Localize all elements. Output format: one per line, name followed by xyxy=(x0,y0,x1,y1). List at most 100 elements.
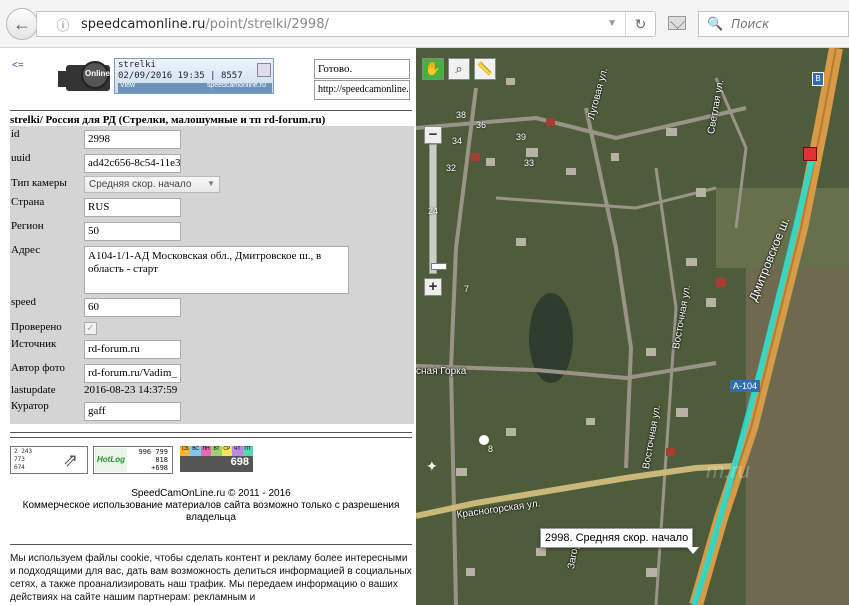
copyright: SpeedCamOnLine.ru © 2011 - 2016 Коммерче… xyxy=(10,488,412,524)
uuid-label: uuid xyxy=(11,152,31,164)
counter3-value: 698 xyxy=(180,456,253,472)
map-tooltip: 2998. Средняя скор. начало xyxy=(540,528,700,554)
weekday-bars: СБ ВС ПН ВТ СР ЧТ ПТ xyxy=(180,446,253,456)
zoom-out-button[interactable]: − xyxy=(424,126,442,144)
house-number: 36 xyxy=(476,120,487,130)
bus-stop-icon[interactable]: B xyxy=(812,72,824,86)
logo-cam-text: Online xyxy=(85,69,110,78)
zoom-in-button[interactable]: + xyxy=(424,278,442,296)
counter1-line3: 674 xyxy=(14,464,25,471)
banner-line2: 02/09/2016 19:35 | 8557 xyxy=(118,71,243,81)
logo-banner: strelki 02/09/2016 19:35 | 8557 View spe… xyxy=(114,58,274,94)
counter1-numbers: 2 243 773 674 xyxy=(14,448,32,472)
address-label: Адрес xyxy=(11,244,41,256)
region-label: Регион xyxy=(11,220,44,232)
divider xyxy=(10,437,412,438)
house-number: 7 xyxy=(464,284,470,294)
counter1-line1: 2 243 xyxy=(14,448,33,455)
satellite-map[interactable]: ✋ ⌕ 📏 − + Луговая ул. Светлая ул. Дмитро… xyxy=(416,48,849,605)
photo-input[interactable]: rd-forum.ru/Vadim_ xyxy=(84,364,181,383)
weekday-bar: ВС xyxy=(190,446,201,456)
weekday-bar: ЧТ xyxy=(232,446,243,456)
stats-counter-3[interactable]: СБ ВС ПН ВТ СР ЧТ ПТ 698 xyxy=(180,446,253,474)
divider xyxy=(10,110,412,111)
camera-icon: Online xyxy=(58,61,112,91)
street-view-person-icon[interactable]: ✦ xyxy=(426,458,442,474)
weekday-bar: ПТ xyxy=(242,446,253,456)
verified-label: Проверено xyxy=(11,321,62,333)
site-url-field[interactable]: http://speedcamonline.ru xyxy=(314,80,410,100)
speed-camera-marker-icon[interactable] xyxy=(803,147,817,161)
copyright-line1: SpeedCamOnLine.ru © 2011 - 2016 xyxy=(131,488,291,499)
house-number: 32 xyxy=(446,163,457,173)
banner-footer: View speedcamonline.ru xyxy=(118,82,272,93)
stats-counter-1[interactable]: 2 243 773 674 ⇗ xyxy=(10,446,88,474)
counter1-line2: 773 xyxy=(14,456,25,463)
curator-label: Куратор xyxy=(11,400,49,412)
pan-tool[interactable]: ✋ xyxy=(422,58,444,80)
measure-tool[interactable]: 📏 xyxy=(474,58,496,80)
content-panel: <= Online strelki 02/09/2016 19:35 | 855… xyxy=(0,48,416,605)
banner-view: View xyxy=(120,82,136,89)
page-title: strelki/ Россия для РД (Стрелки, малошум… xyxy=(10,114,326,126)
photo-label: Автор фото xyxy=(11,362,65,374)
browser-back-button[interactable]: ← xyxy=(6,8,38,40)
curator-input[interactable]: gaff xyxy=(84,402,181,421)
banner-line1: strelki xyxy=(118,60,156,70)
house-number: 39 xyxy=(516,132,527,142)
back-link[interactable]: <= xyxy=(12,60,24,71)
source-input[interactable]: rd-forum.ru xyxy=(84,340,181,359)
info-icon[interactable]: ⓘ xyxy=(53,15,73,34)
weekday-bar: ПН xyxy=(200,446,212,456)
search-bar[interactable]: 🔍 xyxy=(698,11,849,37)
hotlog-counter[interactable]: HotLog 996 799 818 +698 xyxy=(93,446,173,474)
speed-label: speed xyxy=(11,296,37,308)
cookie-notice: Мы используем файлы cookie, чтобы сделат… xyxy=(10,553,412,603)
address-bar[interactable]: ⓘ speedcamonline.ru/point/strelki/2998/ … xyxy=(36,11,656,37)
hotlog-line2: 818 xyxy=(155,456,168,464)
camera-small-icon xyxy=(257,63,271,77)
divider xyxy=(10,432,412,433)
country-label: Страна xyxy=(11,196,45,208)
camtype-label: Тип камеры xyxy=(11,177,67,189)
house-number: 33 xyxy=(524,158,535,168)
search-input[interactable] xyxy=(731,17,842,31)
road-shield: A-104 xyxy=(730,380,761,392)
search-icon: 🔍 xyxy=(707,16,724,31)
street-label: сная Горка xyxy=(416,366,467,377)
map-imagery xyxy=(416,48,849,605)
house-number: 24 xyxy=(428,206,439,216)
mail-icon[interactable] xyxy=(668,16,686,30)
status-field[interactable]: Готово. xyxy=(314,59,410,79)
camtype-value: Средняя скор. начало xyxy=(89,179,192,190)
map-watermark: m.ru xyxy=(706,458,750,483)
hotlog-logo: HotLog xyxy=(95,448,127,472)
weekday-bar: ВТ xyxy=(211,446,222,456)
id-label: id xyxy=(11,128,20,140)
id-input[interactable]: 2998 xyxy=(84,130,181,149)
zoom-box-tool[interactable]: ⌕ xyxy=(448,58,470,80)
dropdown-arrow-icon[interactable]: ▼ xyxy=(607,18,617,29)
zoom-slider-thumb[interactable] xyxy=(431,263,447,270)
lastupdate-value: 2016-08-23 14:37:59 xyxy=(84,384,178,396)
weekday-bar: СБ xyxy=(180,446,191,456)
hotlog-numbers: 996 799 818 +698 xyxy=(138,448,168,472)
address-textarea[interactable]: A104-1/1-АД Московская обл., Дмитровское… xyxy=(84,246,349,294)
copyright-line2: Коммерческое использование материалов са… xyxy=(22,500,400,523)
uuid-input[interactable]: ad42c656-8c54-11e3 xyxy=(84,154,181,173)
camtype-select[interactable]: Средняя скор. начало ▼ xyxy=(84,176,220,193)
arrow-up-right-icon: ⇗ xyxy=(63,450,79,470)
house-number: 34 xyxy=(452,136,463,146)
region-input[interactable]: 50 xyxy=(84,222,181,241)
url-domain: speedcamonline.ru xyxy=(81,16,206,32)
reload-icon[interactable]: ↻ xyxy=(625,12,655,36)
address-url[interactable]: speedcamonline.ru/point/strelki/2998/ xyxy=(81,17,329,32)
browser-toolbar: ← ⓘ speedcamonline.ru/point/strelki/2998… xyxy=(0,0,849,48)
banner-brand: speedcamonline.ru xyxy=(206,82,266,89)
divider xyxy=(10,544,412,545)
speedcamonline-logo[interactable]: Online strelki 02/09/2016 19:35 | 8557 V… xyxy=(58,56,276,96)
speed-input[interactable]: 60 xyxy=(84,298,181,317)
chevron-down-icon: ▼ xyxy=(207,179,215,188)
verified-checkbox[interactable]: ✓ xyxy=(84,322,97,335)
country-input[interactable]: RUS xyxy=(84,198,181,217)
